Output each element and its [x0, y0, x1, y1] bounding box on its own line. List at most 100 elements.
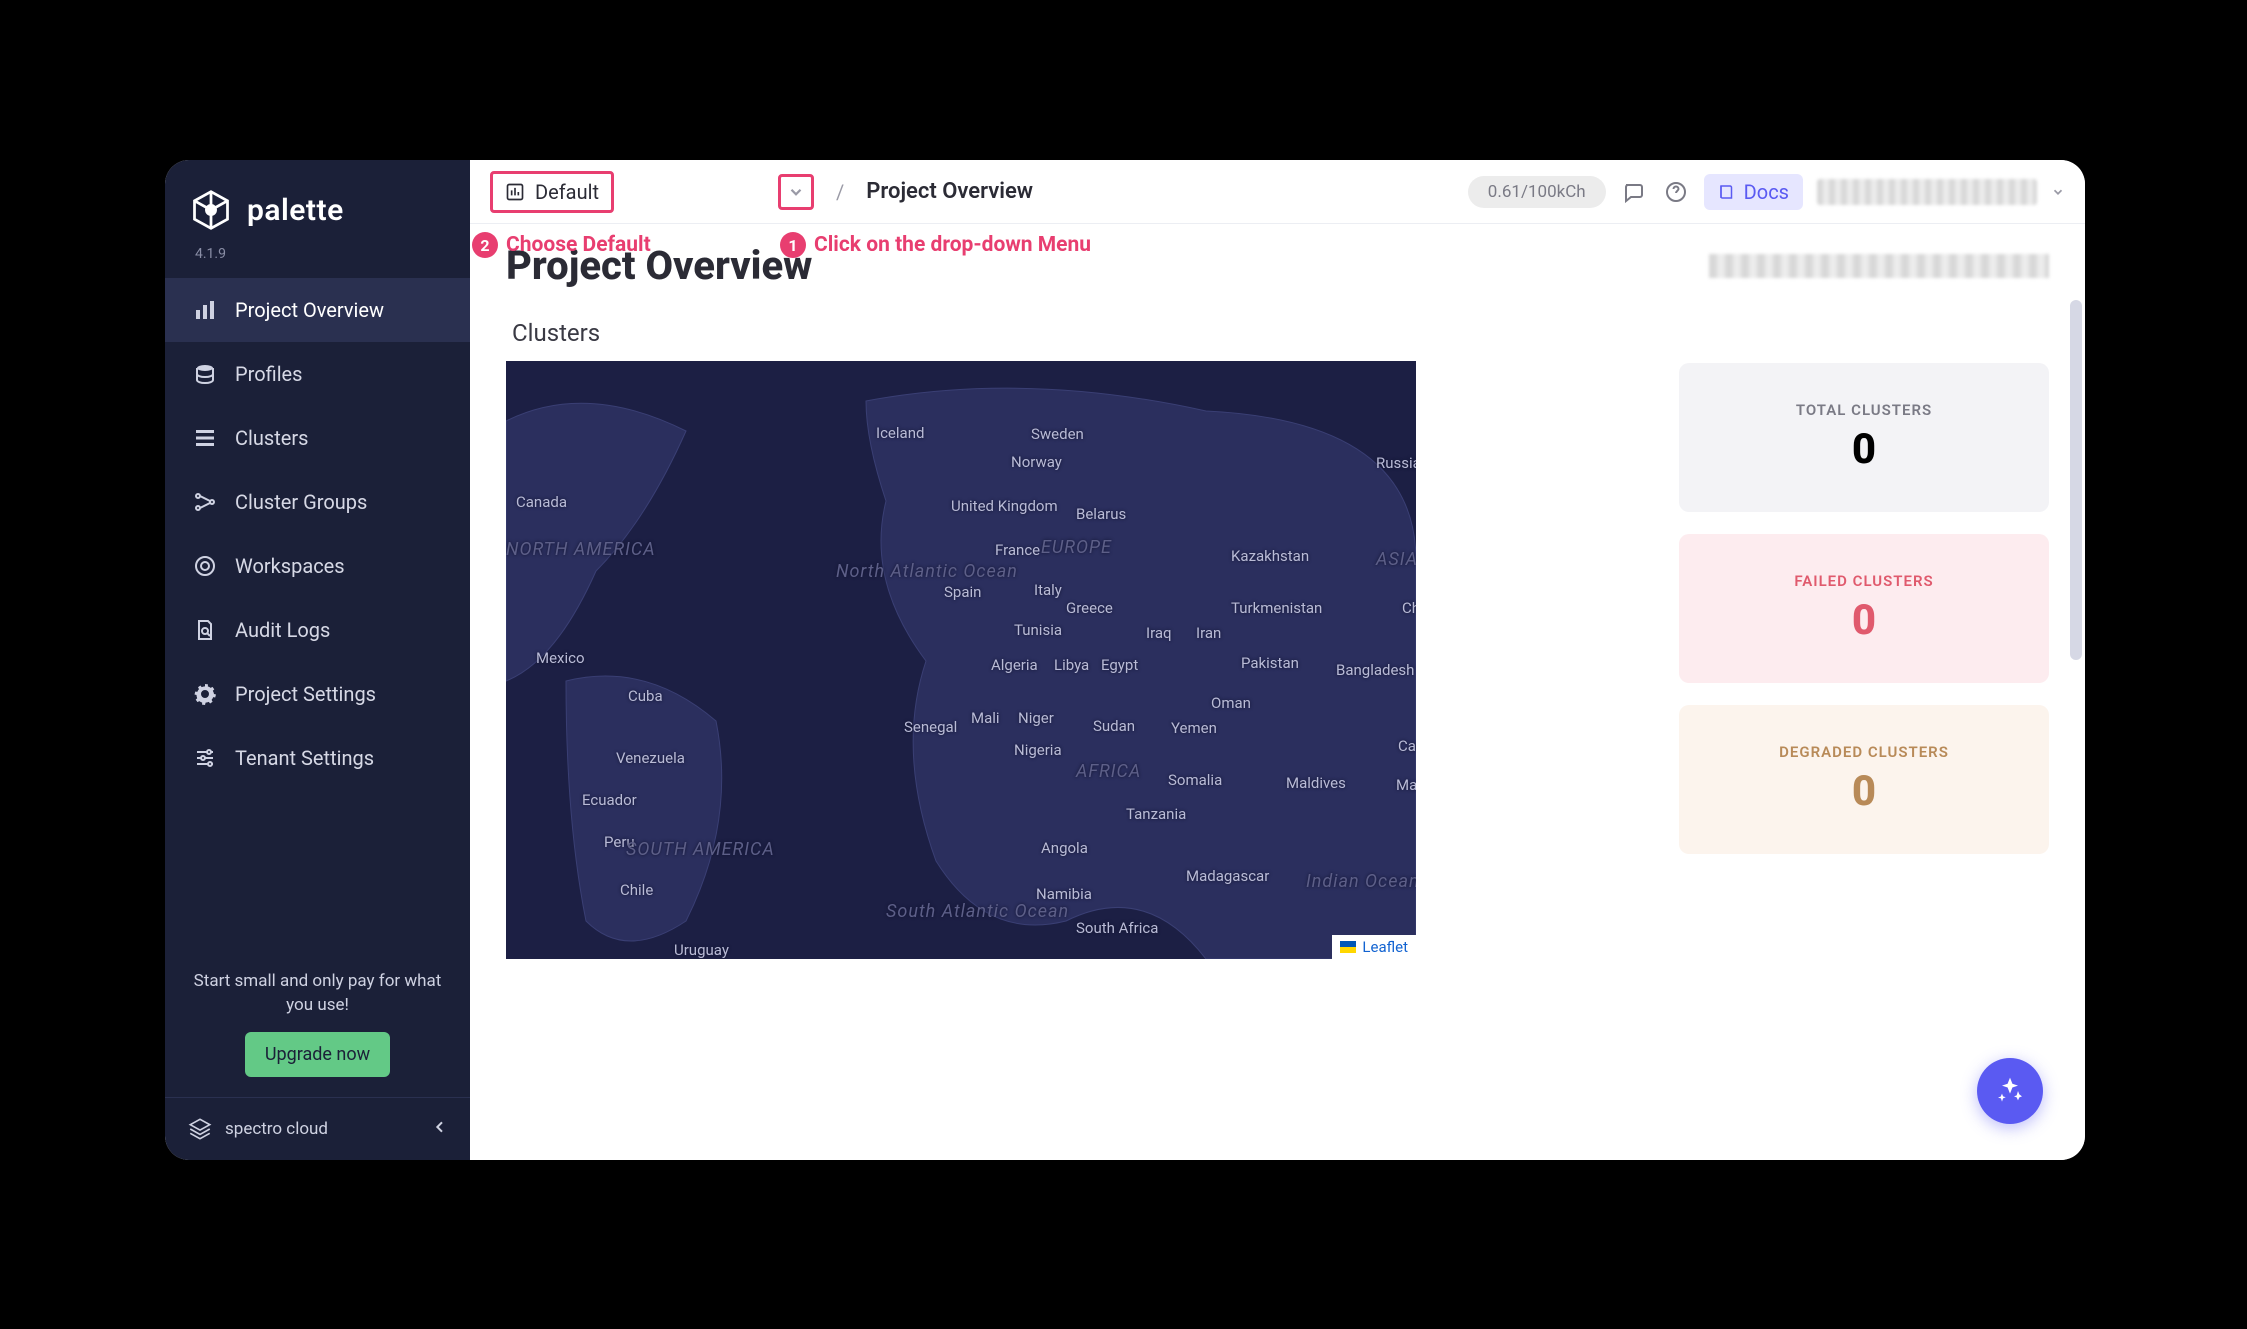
assistant-fab[interactable]	[1977, 1058, 2043, 1124]
chat-icon[interactable]	[1620, 178, 1648, 206]
promo-block: Start small and only pay for what you us…	[165, 958, 470, 1097]
stat-value: 0	[1699, 767, 2029, 816]
map-country-label: Ch	[1402, 599, 1416, 617]
map-country-label: Kazakhstan	[1231, 547, 1309, 565]
stats-column: TOTAL CLUSTERS 0 FAILED CLUSTERS 0 DEGRA…	[1679, 299, 2049, 854]
sidebar-item-clusters[interactable]: Clusters	[165, 406, 470, 470]
map-country-label: Chile	[620, 881, 653, 899]
map-country-label: Norway	[1011, 453, 1062, 471]
map-country-label: AFRICA	[1076, 761, 1141, 782]
sidebar-item-workspaces[interactable]: Workspaces	[165, 534, 470, 598]
map-country-label: Greece	[1066, 599, 1113, 617]
upgrade-button[interactable]: Upgrade now	[245, 1032, 390, 1077]
map-country-label: Sweden	[1031, 425, 1084, 443]
chevron-down-icon[interactable]	[2051, 185, 2065, 199]
target-icon	[193, 554, 217, 578]
brand-name: palette	[247, 193, 344, 228]
sidebar-item-project-settings[interactable]: Project Settings	[165, 662, 470, 726]
stat-label: TOTAL CLUSTERS	[1699, 401, 2029, 419]
annotation-text: Choose Default	[506, 233, 651, 257]
promo-text: Start small and only pay for what you us…	[185, 970, 450, 1018]
sidebar-item-label: Project Settings	[235, 682, 376, 706]
usage-pill[interactable]: 0.61/100kCh	[1468, 176, 1606, 208]
stat-value: 0	[1699, 596, 2029, 645]
map-country-label: Niger	[1018, 709, 1054, 727]
sidebar-item-label: Tenant Settings	[235, 746, 374, 770]
palette-logo-icon	[189, 188, 233, 232]
docs-button[interactable]: Docs	[1704, 174, 1803, 210]
graph-icon	[193, 490, 217, 514]
clusters-panel: Clusters IcelandSwedenNorwayRussiaCanada…	[506, 299, 1679, 959]
collapse-sidebar-icon[interactable]	[432, 1119, 448, 1140]
stat-label: DEGRADED CLUSTERS	[1699, 743, 2029, 761]
sidebar-item-profiles[interactable]: Profiles	[165, 342, 470, 406]
map-country-label: Mali	[971, 709, 1000, 727]
sidebar-item-cluster-groups[interactable]: Cluster Groups	[165, 470, 470, 534]
map-country-label: Libya	[1054, 656, 1089, 674]
user-info-redacted[interactable]	[1817, 179, 2037, 205]
page-header: Project Overview	[470, 224, 2085, 299]
map-country-label: Uruguay	[674, 941, 729, 959]
map-country-label: Madagascar	[1186, 867, 1269, 885]
map-attribution[interactable]: Leaflet	[1332, 935, 1416, 959]
stat-total-clusters[interactable]: TOTAL CLUSTERS 0	[1679, 363, 2049, 512]
breadcrumb-separator: /	[836, 180, 844, 204]
stat-label: FAILED CLUSTERS	[1699, 572, 2029, 590]
map-country-label: Angola	[1041, 839, 1088, 857]
sidebar-item-label: Profiles	[235, 362, 302, 386]
map-country-label: Algeria	[991, 656, 1038, 674]
sliders-icon	[193, 746, 217, 770]
annotation-badge: 1	[780, 232, 806, 258]
sidebar-item-tenant-settings[interactable]: Tenant Settings	[165, 726, 470, 790]
map-country-label: Oman	[1211, 694, 1251, 712]
stat-value: 0	[1699, 425, 2029, 474]
help-icon[interactable]	[1662, 178, 1690, 206]
map-country-label: Belarus	[1076, 505, 1126, 523]
map-country-label: Mala	[1396, 776, 1416, 794]
map-country-label: Tunisia	[1014, 621, 1062, 639]
annotation-click-dropdown: 1 Click on the drop-down Menu	[780, 232, 1091, 258]
sidebar-item-audit-logs[interactable]: Audit Logs	[165, 598, 470, 662]
map-country-label: Nigeria	[1014, 741, 1062, 759]
spectrocloud-icon	[187, 1116, 213, 1142]
company-label: spectro cloud	[225, 1119, 328, 1139]
map-country-label: Egypt	[1101, 656, 1138, 674]
map-country-label: SOUTH AMERICA	[626, 839, 775, 860]
sidebar-item-label: Workspaces	[235, 554, 345, 578]
sparkle-icon	[1994, 1075, 2026, 1107]
map-country-label: Senegal	[904, 718, 957, 736]
stat-failed-clusters[interactable]: FAILED CLUSTERS 0	[1679, 534, 2049, 683]
project-selector[interactable]: Default	[490, 171, 614, 213]
map-country-label: Iran	[1196, 624, 1221, 642]
map-country-label: Pakistan	[1241, 654, 1299, 672]
sidebar-item-label: Project Overview	[235, 298, 384, 322]
map-country-label: Iraq	[1146, 624, 1172, 642]
stack-icon	[193, 362, 217, 386]
map-country-label: Somalia	[1168, 771, 1222, 789]
world-map[interactable]: IcelandSwedenNorwayRussiaCanadaUnited Ki…	[506, 361, 1416, 959]
brand-logo: palette	[165, 160, 470, 242]
map-country-label: North Atlantic Ocean	[836, 561, 1018, 582]
map-country-label: Venezuela	[616, 749, 685, 767]
annotation-badge: 2	[472, 232, 498, 258]
map-country-label: Indian Ocean	[1306, 871, 1416, 892]
map-country-label: Tanzania	[1126, 805, 1186, 823]
stat-degraded-clusters[interactable]: DEGRADED CLUSTERS 0	[1679, 705, 2049, 854]
vertical-scrollbar[interactable]	[2070, 300, 2082, 660]
sidebar-item-project-overview[interactable]: Project Overview	[165, 278, 470, 342]
map-country-label: South Africa	[1076, 919, 1158, 937]
project-name: Default	[535, 180, 599, 204]
map-country-label: Mexico	[536, 649, 585, 667]
project-dropdown-trigger[interactable]	[778, 174, 814, 210]
sidebar-item-label: Clusters	[235, 426, 308, 450]
breadcrumb-current: Project Overview	[866, 179, 1033, 204]
docs-label: Docs	[1744, 180, 1789, 204]
map-country-label: Russia	[1376, 454, 1416, 472]
sidebar-item-label: Audit Logs	[235, 618, 330, 642]
map-country-label: NORTH AMERICA	[506, 539, 656, 560]
map-country-label: ASIA	[1376, 549, 1416, 570]
map-country-label: Spain	[944, 583, 981, 601]
sidebar-nav: Project Overview Profiles Clusters Clust…	[165, 278, 470, 790]
map-country-label: France	[995, 541, 1040, 559]
file-search-icon	[193, 618, 217, 642]
